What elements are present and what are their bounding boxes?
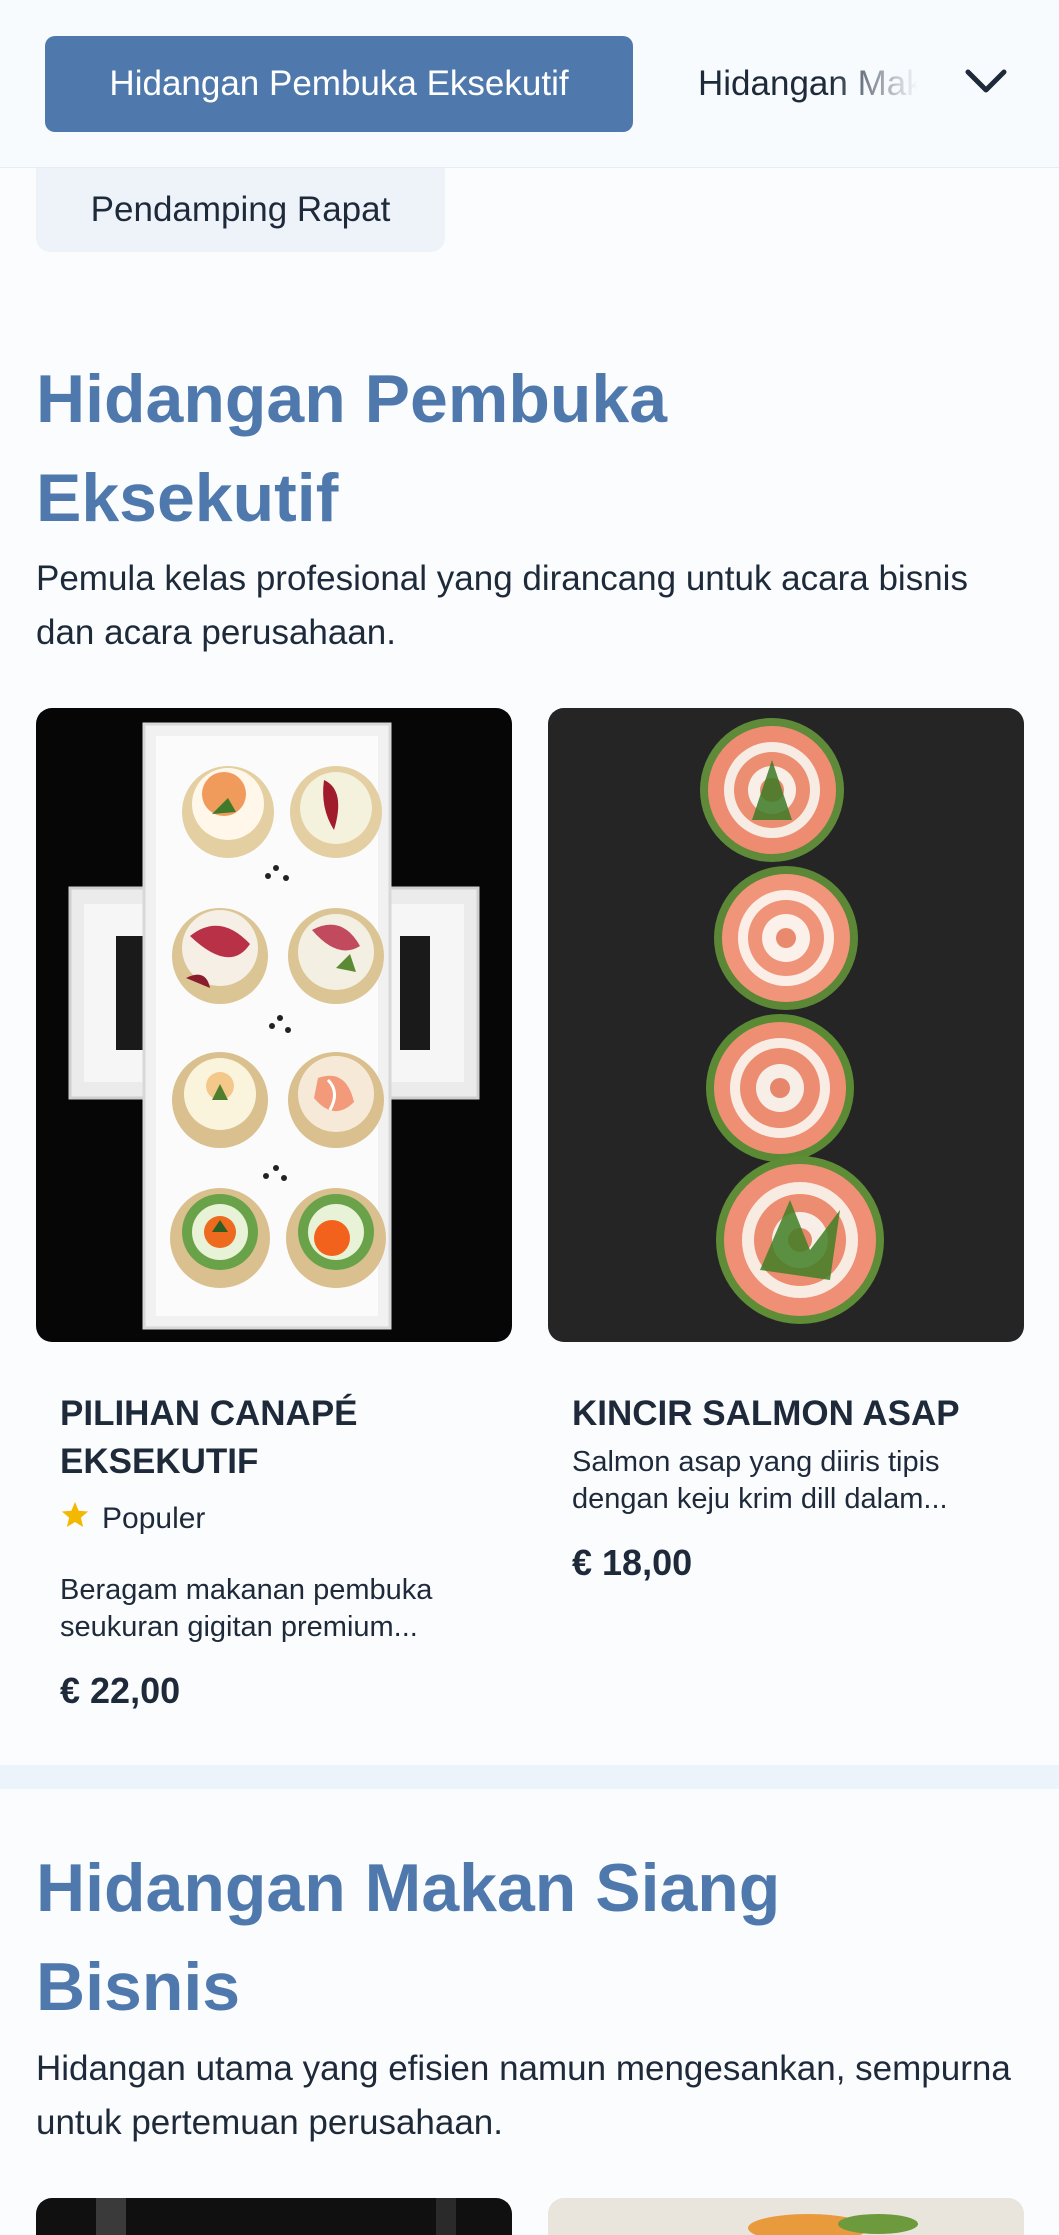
badge-label: Populer <box>102 1502 206 1535</box>
section-description-lunch: Hidangan utama yang efisien namun menges… <box>36 2049 1011 2142</box>
lunch-item-image-2[interactable] <box>548 2198 1024 2235</box>
section-title-lunch: Hidangan Makan Siang Bisnis <box>36 1850 781 2025</box>
salmon-pinwheels-image[interactable] <box>548 708 1024 1342</box>
canape-platter-image[interactable] <box>36 708 512 1342</box>
chevron-down-icon[interactable] <box>962 62 1010 102</box>
item-description-canape: Beragam makanan pembuka seukuran gigitan… <box>60 1574 433 1643</box>
category-tab-next[interactable]: Hidangan Makan Siang Bisnis <box>698 36 918 132</box>
category-tab-active[interactable]: Hidangan Pembuka Eksekutif <box>45 36 633 132</box>
item-price-canape: € 22,00 <box>60 1670 181 1711</box>
section-divider <box>0 1765 1059 1789</box>
section-description-appetizers: Pemula kelas profesional yang dirancang … <box>36 559 968 652</box>
section-title-appetizers: Hidangan Pembuka Eksekutif <box>36 361 668 536</box>
category-tab-pendamping-rapat[interactable]: Pendamping Rapat <box>36 168 445 252</box>
item-name-salmon[interactable]: KINCIR SALMON ASAP <box>572 1390 1012 1438</box>
item-description-salmon: Salmon asap yang diiris tipis dengan kej… <box>572 1446 948 1515</box>
popular-badge: Populer <box>60 1500 205 1538</box>
lunch-item-image-1[interactable] <box>36 2198 512 2235</box>
category-nav-bar: Hidangan Pembuka Eksekutif Hidangan Maka… <box>0 0 1059 168</box>
item-price-salmon: € 18,00 <box>572 1542 693 1583</box>
item-name-canape[interactable]: PILIHAN CANAPÉ EKSEKUTIF <box>60 1390 480 1486</box>
star-icon <box>60 1500 90 1538</box>
